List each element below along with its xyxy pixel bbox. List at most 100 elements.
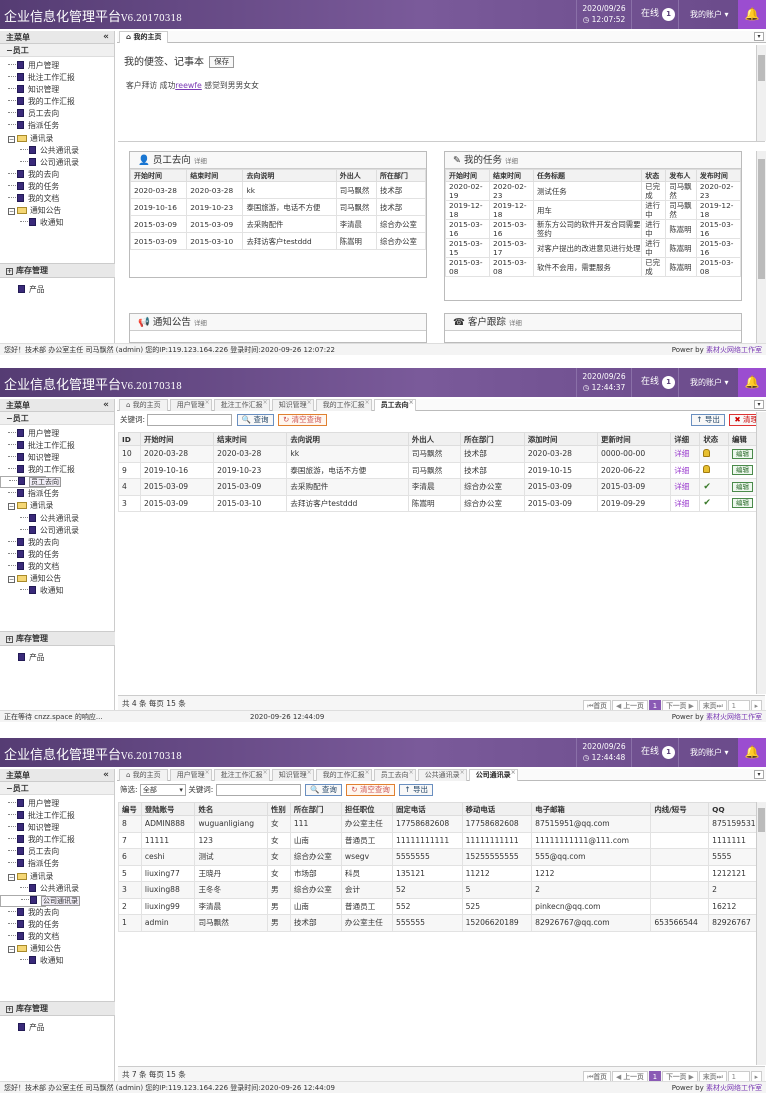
- tab[interactable]: 公共通讯录 ×: [417, 767, 467, 781]
- my-account-menu[interactable]: 我的账户 ▾: [680, 368, 738, 397]
- more-link[interactable]: 详细: [505, 157, 518, 165]
- close-icon[interactable]: ×: [307, 397, 312, 408]
- expand-toggle-icon[interactable]: −: [8, 873, 15, 881]
- sidebar-item-products[interactable]: 产品: [0, 1022, 115, 1034]
- sidebar-item[interactable]: 我的任务: [0, 919, 114, 931]
- edit-button[interactable]: 编辑: [731, 481, 753, 492]
- close-icon[interactable]: ×: [205, 767, 210, 778]
- table-row[interactable]: 2019-12-18 2019-12-18 用车 进行中 司马飘然 2019-12-18: [444, 200, 742, 220]
- sidebar-item[interactable]: 批注工作汇报: [0, 72, 114, 84]
- filter-select[interactable]: 全部 ▾: [139, 784, 186, 796]
- tab[interactable]: ⌂ 我的主页: [119, 769, 168, 781]
- table-row[interactable]: 9 2019-10-16 2019-10-23 泰国旅游，电话不方便 司马飘然 技术部 20…: [118, 461, 766, 479]
- col-header[interactable]: 所在部门: [460, 432, 525, 446]
- table-row[interactable]: 5 liuxing77 王晓丹女市场部 科员 135121 11212 1212 121212…: [118, 864, 766, 882]
- col-header[interactable]: 详细: [670, 432, 701, 446]
- tab-home[interactable]: ⌂ 我的主页: [119, 31, 169, 43]
- search-button[interactable]: 🔍 查询: [305, 784, 342, 796]
- col-header[interactable]: ID: [118, 432, 141, 446]
- grid-scrollbar[interactable]: [756, 412, 766, 694]
- sidebar-item[interactable]: 我的工作汇报: [0, 464, 114, 476]
- sidebar-item-products[interactable]: 产品: [0, 284, 115, 296]
- power-link[interactable]: 素材火网络工作室: [706, 713, 762, 721]
- tab[interactable]: 我的工作汇报 ×: [315, 767, 372, 781]
- detail-link[interactable]: 详细: [674, 449, 689, 458]
- sidebar-item[interactable]: 收通知: [0, 955, 114, 967]
- close-icon[interactable]: ×: [460, 767, 465, 778]
- expand-toggle-icon[interactable]: −: [8, 503, 15, 511]
- table-row[interactable]: 7 11111 123 女山南 普通员工 11111111111 11111111111 11…: [118, 831, 766, 849]
- close-icon[interactable]: ×: [365, 767, 370, 778]
- sidebar-item[interactable]: 批注工作汇报: [0, 810, 114, 822]
- sidebar-item[interactable]: 收通知: [0, 217, 114, 229]
- grid-scrollbar[interactable]: [756, 802, 766, 1065]
- tab[interactable]: 用户管理 ×: [169, 767, 212, 781]
- sidebar-item[interactable]: 我的去向: [0, 169, 114, 181]
- sidebar-item[interactable]: − 通讯录: [0, 133, 114, 145]
- clear-search-button[interactable]: ↻ 清空查询: [277, 414, 327, 426]
- online-users-button[interactable]: 在线 1: [633, 738, 679, 767]
- more-link[interactable]: 详细: [194, 157, 207, 165]
- table-row[interactable]: 3 2015-03-09 2015-03-10 去拜访客户testddd 陈嵩明 综合办公…: [118, 494, 766, 512]
- edit-button[interactable]: 编辑: [731, 498, 753, 509]
- power-link[interactable]: 素材火网络工作室: [706, 1084, 762, 1092]
- close-icon[interactable]: ×: [263, 767, 268, 778]
- col-header[interactable]: 状态: [699, 432, 729, 446]
- notepad-scrollbar[interactable]: [756, 45, 766, 141]
- sidebar-item[interactable]: 用户管理: [0, 428, 114, 440]
- col-header[interactable]: 添加时间: [523, 432, 599, 446]
- sidebar-item[interactable]: 收通知: [0, 585, 114, 597]
- sidebar-item[interactable]: − 通讯录: [0, 500, 114, 512]
- sidebar-item[interactable]: 指派任务: [0, 488, 114, 500]
- tab[interactable]: 知识管理 ×: [271, 769, 314, 781]
- table-row[interactable]: 2020-02-19 2020-02-23 测试任务 已完成 司马飘然 2020-02-2…: [444, 181, 742, 201]
- close-icon[interactable]: ×: [205, 397, 210, 408]
- sidebar-item[interactable]: 我的去向: [0, 537, 114, 549]
- sidebar-item[interactable]: 公司通讯录: [0, 525, 114, 537]
- export-button[interactable]: ↑ 导出: [691, 414, 725, 426]
- search-button[interactable]: 🔍 查询: [236, 414, 274, 426]
- tabs-dropdown-icon[interactable]: ▾: [754, 770, 764, 779]
- online-users-button[interactable]: 在线 1: [633, 0, 679, 29]
- table-row[interactable]: 8 ADMIN888 wuguanligiang 女 111 办公室主任 177586826…: [118, 815, 766, 833]
- tab[interactable]: 批注工作汇报 ×: [213, 767, 270, 781]
- table-row[interactable]: 4 2015-03-09 2015-03-09 去采购配件 李清晨 综合办公室 2015-0…: [118, 478, 766, 496]
- sidebar-item[interactable]: − 通知公告: [0, 205, 114, 217]
- sidebar-item[interactable]: 用户管理: [0, 798, 114, 810]
- sidebar-item[interactable]: 我的文档: [0, 193, 114, 205]
- main-scrollbar[interactable]: [756, 151, 766, 343]
- detail-link[interactable]: 详细: [674, 482, 689, 491]
- edit-button[interactable]: 编辑: [731, 448, 753, 459]
- my-account-menu[interactable]: 我的账户 ▾: [680, 738, 738, 767]
- sidebar-item[interactable]: 指派任务: [0, 120, 114, 132]
- col-header[interactable]: 结束时间: [213, 432, 288, 446]
- sidebar-item[interactable]: 员工去向: [0, 476, 61, 489]
- keyword-input[interactable]: [147, 414, 233, 426]
- online-users-button[interactable]: 在线 1: [633, 368, 679, 397]
- sidebar-item[interactable]: 批注工作汇报: [0, 440, 114, 452]
- close-icon[interactable]: ×: [511, 767, 516, 778]
- tabs-dropdown-icon[interactable]: ▾: [754, 400, 764, 409]
- table-row[interactable]: 6 ceshi 测试女综合办公室 wsegv 5555555 15255555555 555…: [118, 848, 766, 866]
- sidebar-item[interactable]: 知识管理: [0, 452, 114, 464]
- detail-link[interactable]: 详细: [674, 499, 689, 508]
- power-link[interactable]: 素材火网络工作室: [706, 346, 762, 354]
- more-link[interactable]: 详细: [194, 319, 207, 327]
- collapse-icon[interactable]: «: [103, 769, 109, 782]
- save-button[interactable]: 保存: [209, 56, 235, 68]
- col-header[interactable]: 更新时间: [597, 432, 672, 446]
- table-row[interactable]: 2015-03-08 2015-03-08 软件不会用，需要服务 已完成 陈嵩明 2015…: [444, 257, 742, 277]
- table-row[interactable]: 2015-03-16 2015-03-16 新东方公司的软件开发合同需要签约 进行中陈…: [444, 219, 742, 239]
- tab[interactable]: 知识管理 ×: [271, 397, 314, 411]
- tab[interactable]: 批注工作汇报 ×: [213, 399, 270, 411]
- tab[interactable]: 用户管理 ×: [169, 397, 212, 411]
- table-row[interactable]: 10 2020-03-28 2020-03-28 kk 司马飘然 技术部 2020-03-2…: [118, 445, 766, 463]
- expand-toggle-icon[interactable]: −: [8, 946, 15, 954]
- table-row[interactable]: 2015-03-09 2015-03-09 去采购配件 李清晨 综合办公室: [129, 215, 427, 233]
- menu-group-employee[interactable]: −员工: [0, 782, 114, 795]
- collapse-icon[interactable]: «: [103, 31, 109, 44]
- sidebar-item[interactable]: 公共通讯录: [0, 145, 114, 157]
- keyword-input[interactable]: [215, 784, 301, 796]
- sidebar-item[interactable]: 我的文档: [0, 561, 114, 573]
- notepad-text[interactable]: 客户拜访 成功reewfe 感觉到男男女女: [126, 80, 259, 91]
